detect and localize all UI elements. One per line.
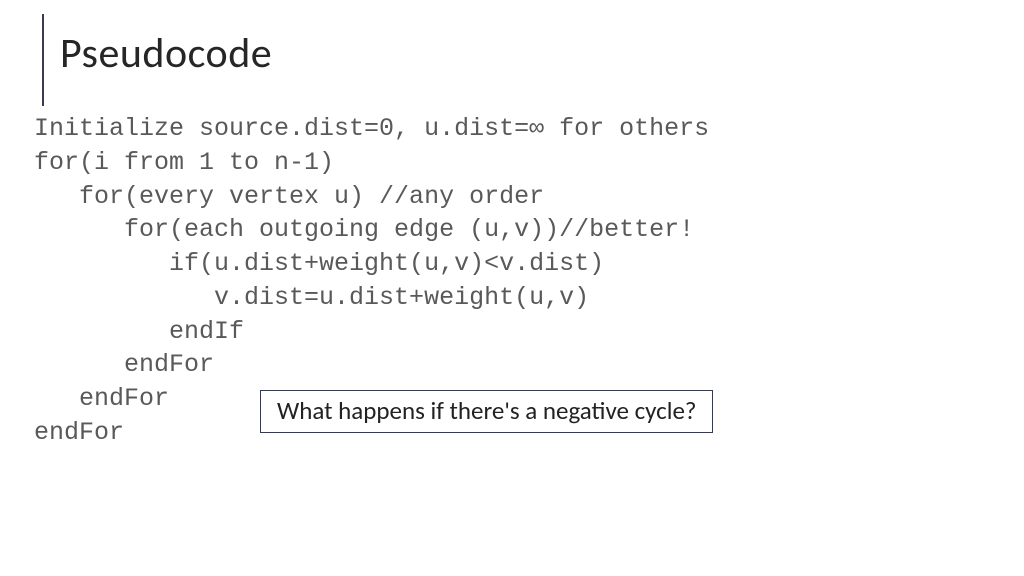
title-accent-bar [42,14,44,106]
slide: Pseudocode Initialize source.dist=0, u.d… [0,0,1024,576]
callout-box: What happens if there's a negative cycle… [260,390,713,433]
slide-title: Pseudocode [60,14,982,76]
